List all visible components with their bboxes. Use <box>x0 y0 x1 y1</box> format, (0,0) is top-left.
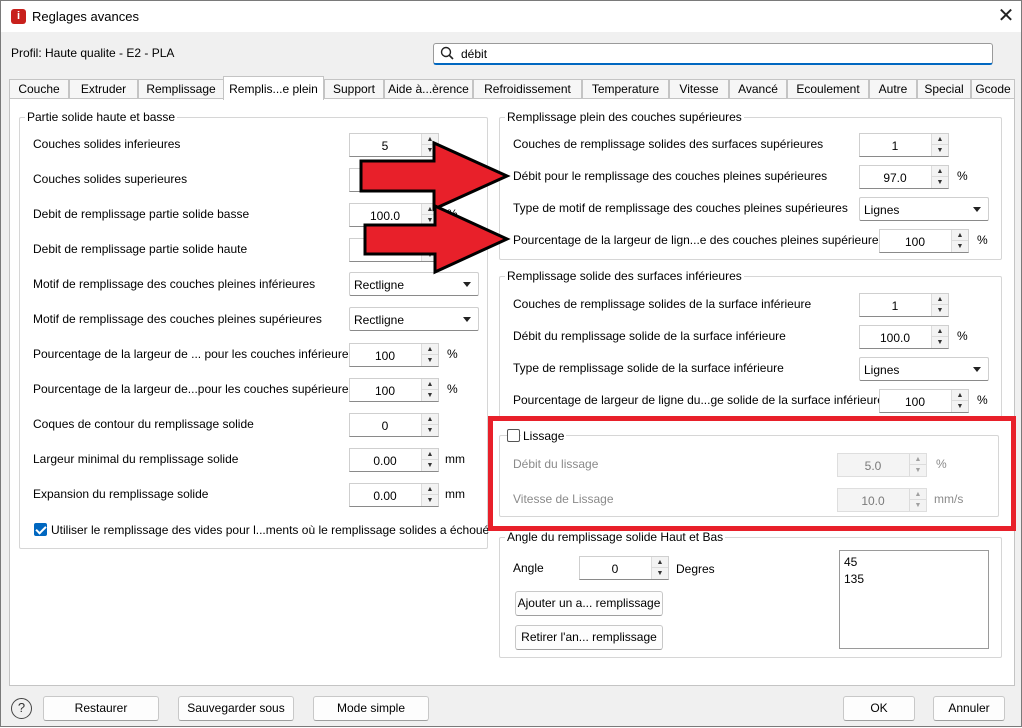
arrow-to-top-surface-flow <box>359 140 511 212</box>
arrow-to-top-surface-line-width <box>363 203 511 275</box>
tab-remplissage-plein[interactable]: Remplis...e plein <box>223 76 324 100</box>
annotation-arrows <box>359 140 511 275</box>
advanced-settings-window: i Reglages avances ✕ Profil: Haute quali… <box>0 0 1022 727</box>
